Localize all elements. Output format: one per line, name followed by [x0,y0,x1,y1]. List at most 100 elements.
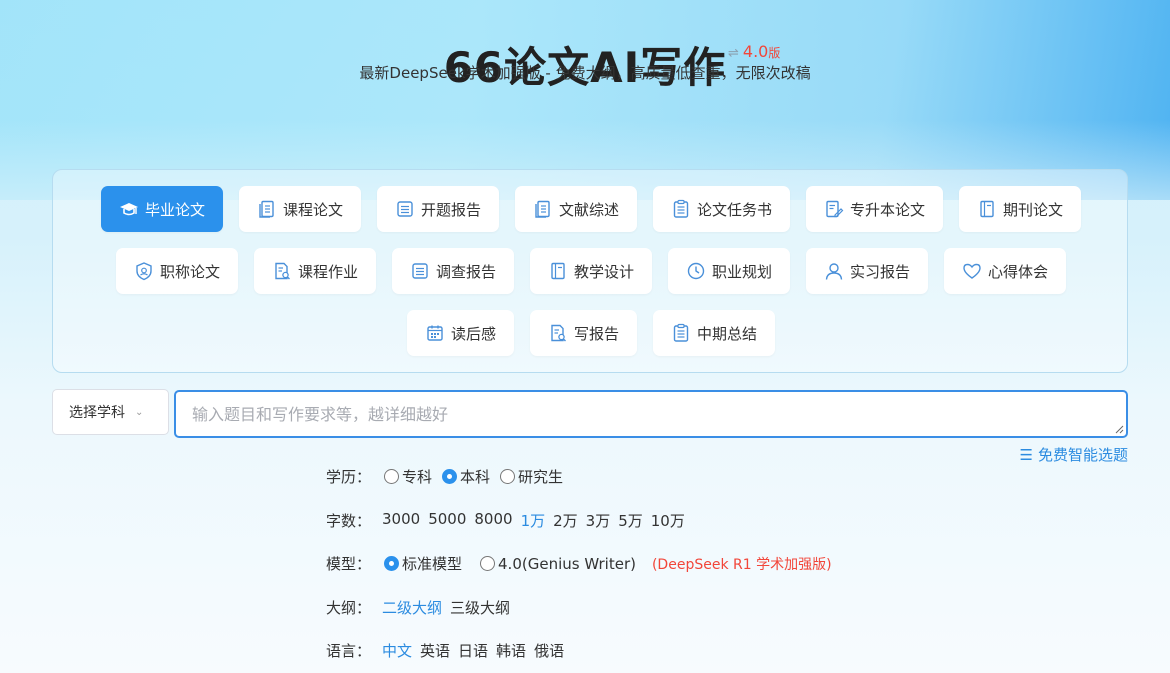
education-option-label: 本科 [460,468,491,486]
smart-topic-link[interactable]: ☰ 免费智能选题 [1020,444,1128,465]
list-icon [397,201,413,217]
category-button[interactable]: 读后感 [406,310,514,356]
swap-icon: ⇌ [728,46,739,61]
education-option-label: 专科 [402,468,433,486]
subject-select-label: 选择学科 [69,405,125,421]
version-suffix: 版 [768,46,781,60]
model-option-label: 4.0(Genius Writer) [498,554,636,573]
word-count-option[interactable]: 5万 [618,510,643,531]
topic-input[interactable] [174,390,1128,438]
word-count-option[interactable]: 10万 [651,510,685,531]
category-button[interactable]: 开题报告 [376,186,499,232]
category-button[interactable]: 期刊论文 [959,186,1082,232]
book-icon [980,200,994,218]
category-button[interactable]: 课程作业 [253,248,376,294]
clipboard-icon [673,199,689,218]
graduation-cap-icon [119,203,138,216]
shield-icon [136,262,152,281]
category-button[interactable]: 毕业论文 [100,186,223,232]
category-label: 专升本论文 [850,200,926,219]
model-option-label: 标准模型 [402,555,463,573]
category-label: 实习报告 [850,262,911,281]
version-badge[interactable]: ⇌ 4.0版 [728,42,780,61]
outline-row: 大纲： 二级大纲 三级大纲 [326,597,518,618]
category-button[interactable]: 教学设计 [529,248,652,294]
smart-topic-label: 免费智能选题 [1037,446,1128,464]
category-label: 毕业论文 [144,200,205,219]
category-label: 开题报告 [420,200,481,219]
document-icon [259,200,274,218]
language-option[interactable]: 俄语 [534,640,564,661]
education-radio[interactable]: 本科 [442,466,490,487]
outline-option[interactable]: 二级大纲 [382,597,442,618]
radio-circle [500,469,516,484]
education-radio[interactable]: 研究生 [500,466,563,487]
category-button[interactable]: 课程论文 [238,186,361,232]
word-count-option[interactable]: 2万 [553,510,578,531]
chevron-down-icon: ⌄ [135,406,144,418]
radio-circle [384,469,399,484]
calendar-icon [427,325,443,341]
edit-document-icon [826,200,844,218]
category-button[interactable]: 中期总结 [653,310,776,356]
list-icon [412,263,428,279]
model-radio[interactable]: 标准模型 [384,553,462,574]
education-option-label: 研究生 [518,468,564,486]
category-label: 期刊论文 [1003,200,1064,219]
clipboard-icon [673,323,689,342]
category-button[interactable]: 心得体会 [944,248,1067,294]
category-button[interactable]: 实习报告 [806,248,929,294]
category-label: 中期总结 [697,324,758,343]
model-radio[interactable]: 4.0(Genius Writer) [480,553,636,574]
category-button[interactable]: 专升本论文 [806,186,944,232]
outline-label: 大纲： [326,599,372,617]
category-button[interactable]: 调查报告 [391,248,514,294]
category-row: 职称论文 课程作业 调查报告 教学设计 职业规划 实习报告 心得体会 [53,248,1129,294]
category-label: 课程作业 [297,262,358,281]
language-option[interactable]: 中文 [382,640,412,661]
category-panel: 毕业论文 课程论文 开题报告 文献综述 论文任务书 专升本论文 期刊论文 职称论文 课程作业 调… [52,169,1128,373]
category-button[interactable]: 写报告 [529,310,637,356]
category-button[interactable]: 职业规划 [668,248,791,294]
category-row: 毕业论文 课程论文 开题报告 文献综述 论文任务书 专升本论文 期刊论文 [53,186,1129,232]
language-option[interactable]: 英语 [420,640,450,661]
radio-circle [442,469,458,484]
language-row: 语言： 中文 英语 日语 韩语 俄语 [326,640,572,661]
book-icon [551,262,565,280]
list-icon: ☰ [1019,445,1033,464]
radio-circle [480,556,496,571]
category-label: 调查报告 [435,262,496,281]
word-count-option[interactable]: 8000 [474,510,512,531]
word-count-option[interactable]: 3000 [382,510,420,531]
education-radio[interactable]: 专科 [384,466,432,487]
category-button[interactable]: 文献综述 [514,186,637,232]
document-search-icon [551,324,566,342]
word-count-row: 字数： 3000 5000 8000 1万 2万 3万 5万 10万 [326,510,693,531]
language-label: 语言： [326,642,372,660]
model-label: 模型： [326,555,372,573]
clock-icon [687,262,705,280]
radio-circle [384,556,399,571]
subject-select[interactable]: 选择学科 ⌄ [52,389,169,435]
word-count-label: 字数： [326,512,372,530]
outline-option[interactable]: 三级大纲 [450,597,510,618]
version-number: 4.0 [742,42,769,61]
language-option[interactable]: 韩语 [496,640,526,661]
resize-handle-icon[interactable] [1114,424,1124,434]
category-label: 心得体会 [988,262,1049,281]
model-note: (DeepSeek R1 学术加强版) [651,556,832,573]
language-option[interactable]: 日语 [458,640,488,661]
category-label: 文献综述 [558,200,619,219]
word-count-option[interactable]: 3万 [586,510,611,531]
education-label: 学历： [326,468,372,486]
category-label: 职业规划 [712,262,773,281]
word-count-option[interactable]: 1万 [521,510,546,531]
word-count-option[interactable]: 5000 [428,510,466,531]
category-label: 课程论文 [282,200,343,219]
category-label: 论文任务书 [697,200,773,219]
category-button[interactable]: 职称论文 [115,248,238,294]
category-label: 写报告 [573,324,619,343]
document-icon [535,200,550,218]
category-button[interactable]: 论文任务书 [653,186,791,232]
model-row: 模型： 标准模型 4.0(Genius Writer) (DeepSeek R1 … [326,553,832,574]
